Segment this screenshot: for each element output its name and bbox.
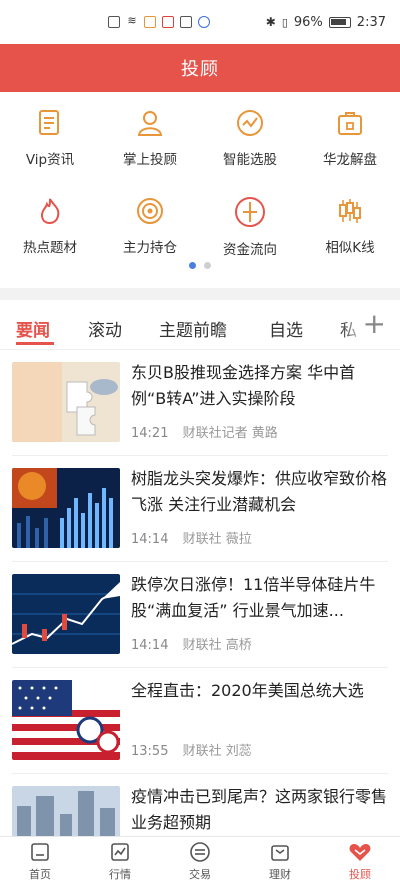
page-title: 投顾 <box>181 59 219 80</box>
app-notification-icon <box>144 16 156 28</box>
exchange-icon <box>190 842 210 862</box>
feature-smart-stock-pick[interactable]: 智能选股 <box>200 108 300 168</box>
sim-icon <box>108 16 120 28</box>
upload-icon <box>180 16 192 28</box>
news-thumbnail <box>12 362 120 442</box>
wifi-icon: ≋ <box>127 14 137 27</box>
feature-label: 热点题材 <box>23 240 77 256</box>
news-item[interactable]: 全程直击：2020年美国总统大选 13:55 财联社 刘蕊 <box>0 668 400 774</box>
news-meta: 13:55 财联社 刘蕊 <box>131 740 252 759</box>
news-item[interactable]: 树脂龙头突发爆炸：供应收窄致价格飞涨 关注行业潜藏机会 14:14 财联社 薇拉 <box>0 456 400 562</box>
nav-wealth[interactable]: 理财 <box>240 841 320 882</box>
clock: 2:37 <box>356 14 386 30</box>
trend-circle-icon <box>237 110 263 136</box>
target-icon <box>137 198 163 224</box>
news-title: 跌停次日涨停！11倍半导体硅片牛股“满血复活” 行业景气加速... <box>131 575 376 620</box>
tab-rolling[interactable]: 滚动 <box>88 316 122 341</box>
feature-vip-news[interactable]: Vip资讯 <box>0 108 100 168</box>
status-bar: ≋ ✱ ▯ 96% 2:37 <box>0 0 400 44</box>
feature-mobile-advisor[interactable]: 掌上投顾 <box>100 108 200 168</box>
pager-dot[interactable] <box>204 262 211 269</box>
compass-icon <box>235 197 265 227</box>
candlestick-icon <box>339 199 361 223</box>
nav-label: 交易 <box>189 868 211 881</box>
news-time: 14:14 <box>131 638 169 653</box>
feature-fund-flow[interactable]: 资金流向 <box>200 196 300 258</box>
news-title: 全程直击：2020年美国总统大选 <box>131 681 364 700</box>
active-tab-indicator <box>16 342 54 345</box>
news-title: 树脂龙头突发爆炸：供应收窄致价格飞涨 关注行业潜藏机会 <box>131 469 388 514</box>
news-thumbnail <box>12 574 120 654</box>
news-source: 财联社 薇拉 <box>182 532 252 547</box>
feature-label: 主力持仓 <box>123 240 177 256</box>
news-tabs: 要闻 滚动 主题前瞻 自选 私 + <box>0 300 400 350</box>
briefcase-lock-icon <box>338 112 362 135</box>
news-thumbnail <box>12 680 120 760</box>
news-time: 13:55 <box>131 744 169 759</box>
advisor-heart-icon <box>349 844 371 861</box>
nav-advisor[interactable]: 投顾 <box>320 841 400 882</box>
tab-theme-preview[interactable]: 主题前瞻 <box>159 316 227 341</box>
feature-label: Vip资讯 <box>25 152 75 168</box>
nav-label: 理财 <box>269 868 291 881</box>
news-time: 14:21 <box>131 426 169 441</box>
home-icon <box>31 843 49 861</box>
nav-market[interactable]: 行情 <box>80 841 160 882</box>
news-title: 东贝B股推现金选择方案 华中首例“B转A”进入实操阶段 <box>131 363 356 408</box>
grid-pager <box>0 262 400 269</box>
tab-headlines[interactable]: 要闻 <box>16 316 50 341</box>
feature-label: 相似K线 <box>325 240 375 256</box>
wallet-icon <box>271 845 289 861</box>
news-item[interactable]: 东贝B股推现金选择方案 华中首例“B转A”进入实操阶段 14:21 财联社记者 … <box>0 350 400 456</box>
bluetooth-icon: ✱ <box>265 15 276 29</box>
app-notification-icon <box>162 16 174 28</box>
news-thumbnail <box>12 468 120 548</box>
feature-main-holdings[interactable]: 主力持仓 <box>100 196 200 256</box>
add-tab-icon[interactable]: + <box>363 310 386 338</box>
feature-hualong-analysis[interactable]: 华龙解盘 <box>300 108 400 168</box>
news-item[interactable]: 跌停次日涨停！11倍半导体硅片牛股“满血复活” 行业景气加速... 14:14 … <box>0 562 400 668</box>
news-meta: 14:21 财联社记者 黄路 <box>131 422 278 441</box>
vibrate-icon: ▯ <box>281 15 288 29</box>
nav-label: 行情 <box>109 868 131 881</box>
feature-label: 智能选股 <box>223 152 277 168</box>
feature-grid: Vip资讯 掌上投顾 智能选股 华龙解盘 热点题材 主力持仓 资金流向 相似K线 <box>0 92 400 288</box>
browser-icon <box>198 16 210 28</box>
nav-label: 投顾 <box>349 868 371 881</box>
document-icon <box>39 110 59 135</box>
battery-percent: 96% <box>293 14 323 30</box>
nav-home[interactable]: 首页 <box>0 841 80 882</box>
tab-watchlist[interactable]: 自选 <box>269 316 303 341</box>
news-meta: 14:14 财联社 高桥 <box>131 634 252 653</box>
person-icon <box>137 111 163 136</box>
battery-icon <box>328 16 351 28</box>
page-title-bar: 投顾 <box>0 44 400 92</box>
news-time: 14:14 <box>131 532 169 547</box>
feature-hot-topics[interactable]: 热点题材 <box>0 196 100 256</box>
nav-trade[interactable]: 交易 <box>160 841 240 882</box>
nav-label: 首页 <box>29 868 51 881</box>
news-source: 财联社 高桥 <box>182 638 252 653</box>
notification-icons: ≋ <box>108 14 210 28</box>
feature-label: 资金流向 <box>223 242 277 258</box>
chart-icon <box>111 843 129 861</box>
feature-label: 华龙解盘 <box>323 152 377 168</box>
news-meta: 14:14 财联社 薇拉 <box>131 528 252 547</box>
news-source: 财联社记者 黄路 <box>182 426 278 441</box>
news-source: 财联社 刘蕊 <box>182 744 252 759</box>
feature-similar-kline[interactable]: 相似K线 <box>300 196 400 256</box>
pager-dot-active[interactable] <box>189 262 196 269</box>
news-title: 疫情冲击已到尾声？这两家银行零售业务超预期 <box>131 787 388 832</box>
section-divider <box>0 288 400 300</box>
bottom-nav: 首页 行情 交易 理财 投顾 <box>0 836 400 888</box>
flame-icon <box>40 198 60 225</box>
feature-label: 掌上投顾 <box>123 152 177 168</box>
